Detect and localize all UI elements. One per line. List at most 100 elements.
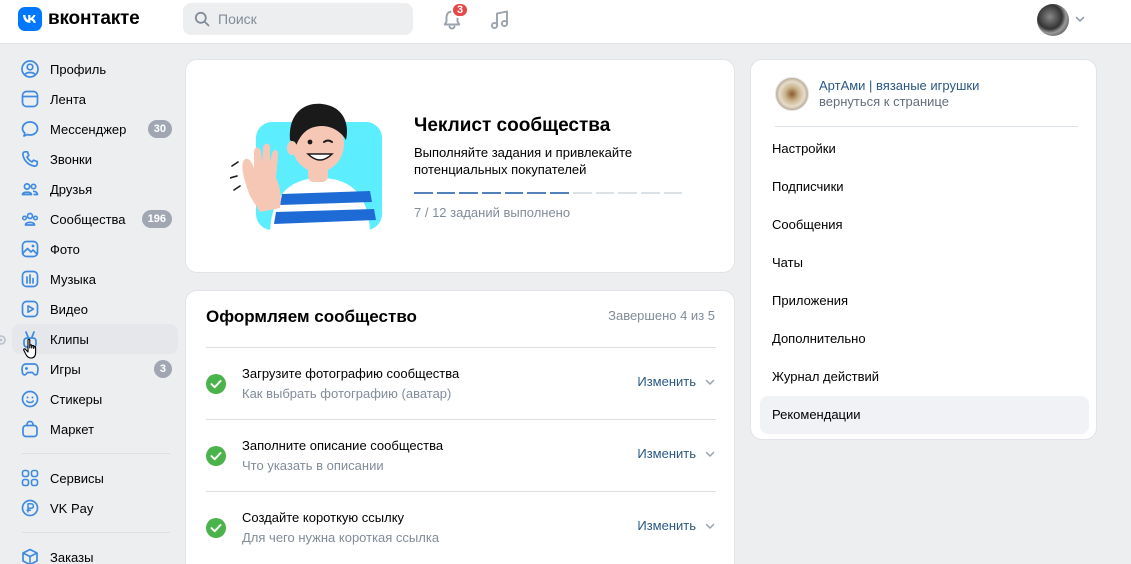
vk-logo-icon [18, 7, 42, 31]
check-circle-icon [206, 518, 226, 538]
back-to-page-link[interactable]: вернуться к странице [819, 93, 979, 110]
sidebar-item-count: 3 [153, 360, 172, 378]
community-menu-item[interactable]: Дополнительно [760, 320, 1089, 358]
menu-divider [775, 126, 1078, 127]
checklist-progress-bar [414, 192, 683, 194]
progress-segment [482, 192, 501, 194]
task-row: Заполните описание сообщества Что указать… [206, 419, 716, 491]
community-menu-item[interactable]: Приложения [760, 282, 1089, 320]
sidebar-item[interactable]: Заказы [12, 542, 178, 564]
sidebar-item[interactable]: Сервисы [12, 463, 178, 493]
progress-segment [640, 192, 660, 194]
sidebar-item[interactable]: Профиль [12, 54, 178, 84]
sidebar-item[interactable]: Музыка [12, 264, 178, 294]
task-title: Загрузите фотографию сообщества [242, 366, 460, 381]
chevron-down-icon [705, 451, 715, 457]
sidebar-item[interactable]: Стикеры [12, 384, 178, 414]
checklist-title: Чеклист сообщества [414, 115, 611, 136]
music-icon[interactable] [488, 8, 512, 32]
task-row: Создайте короткую ссылку Для чего нужна к… [206, 491, 716, 563]
logo-text: вконтакте [48, 8, 140, 29]
task-edit-label: Изменить [637, 446, 696, 461]
community-menu-item[interactable]: Рекомендации [760, 396, 1089, 434]
setup-progress: Завершено 4 из 5 [608, 308, 715, 323]
phone-icon [20, 149, 40, 169]
sidebar-item[interactable]: Лента [12, 84, 178, 114]
search-box[interactable] [183, 3, 413, 35]
sidebar-item-label: Фото [50, 241, 80, 257]
chevron-down-icon [705, 523, 715, 529]
gamepad-icon [20, 359, 40, 379]
sidebar-item-count: 196 [141, 210, 172, 228]
community-header[interactable]: АртАми | вязаные игрушки вернуться к стр… [775, 77, 979, 111]
setup-title: Оформляем сообщество [206, 307, 417, 326]
progress-segment [550, 192, 569, 194]
nav-divider [22, 532, 170, 533]
sidebar-item[interactable]: Сообщества 196 [12, 204, 178, 234]
chevron-down-icon [705, 379, 715, 385]
sidebar-item-label: Музыка [50, 271, 96, 287]
user-avatar[interactable] [1037, 4, 1069, 36]
sidebar-item-label: Лента [50, 91, 86, 107]
sidebar-item-label: Сервисы [50, 470, 104, 486]
task-edit-button[interactable]: Изменить [637, 518, 716, 533]
sidebar-item[interactable]: Друзья [12, 174, 178, 204]
sidebar-item[interactable]: VK Pay [12, 493, 178, 523]
progress-segment [436, 192, 456, 194]
sidebar-item-label: Заказы [50, 549, 94, 564]
progress-segment [414, 192, 433, 194]
progress-segment [572, 192, 592, 194]
sidebar-item[interactable]: Мессенджер 30 [12, 114, 178, 144]
community-menu-item[interactable]: Подписчики [760, 168, 1089, 206]
check-circle-icon [206, 374, 226, 394]
sidebar-item-label: Игры [50, 361, 81, 377]
task-title: Заполните описание сообщества [242, 438, 444, 453]
progress-segment [663, 192, 683, 194]
task-help-link[interactable]: Для чего нужна короткая ссылка [242, 530, 439, 545]
sidebar-item-label: VK Pay [50, 500, 94, 516]
sidebar-item-label: Мессенджер [50, 121, 127, 137]
hand-cursor-icon [23, 338, 37, 359]
nav-divider [22, 453, 170, 454]
sidebar-item-label: Сообщества [50, 211, 126, 227]
video-icon [20, 299, 40, 319]
community-avatar[interactable] [775, 77, 809, 111]
task-edit-label: Изменить [637, 518, 696, 533]
community-menu-item[interactable]: Журнал действий [760, 358, 1089, 396]
task-title: Создайте короткую ссылку [242, 510, 405, 525]
sidebar-item[interactable]: Видео [12, 294, 178, 324]
community-menu-item[interactable]: Сообщения [760, 206, 1089, 244]
communities-icon [20, 209, 40, 229]
vk-logo[interactable]: вконтакте [18, 7, 140, 31]
progress-segment [595, 192, 615, 194]
feed-icon [20, 89, 40, 109]
task-edit-label: Изменить [637, 374, 696, 389]
search-input[interactable] [218, 11, 398, 27]
sidebar-item-label: Клипы [50, 331, 89, 347]
task-edit-button[interactable]: Изменить [637, 446, 716, 461]
gear-icon[interactable] [0, 333, 8, 347]
check-circle-icon [206, 446, 226, 466]
community-name[interactable]: АртАми | вязаные игрушки [819, 78, 979, 93]
friends-icon [20, 179, 40, 199]
sidebar-item[interactable]: Фото [12, 234, 178, 264]
sidebar-item[interactable]: Маркет [12, 414, 178, 444]
task-help-link[interactable]: Что указать в описании [242, 458, 384, 473]
bag-icon [20, 419, 40, 439]
sidebar-item-label: Стикеры [50, 391, 103, 407]
music-bars-icon [20, 269, 40, 289]
chevron-down-icon[interactable] [1074, 13, 1086, 25]
progress-segment [504, 192, 524, 194]
search-icon [194, 11, 210, 27]
community-menu-item[interactable]: Чаты [760, 244, 1089, 282]
task-help-link[interactable]: Как выбрать фотографию (аватар) [242, 386, 451, 401]
message-icon [20, 119, 40, 139]
photo-icon [20, 239, 40, 259]
sidebar-item-label: Звонки [50, 151, 92, 167]
checklist-status: 7 / 12 заданий выполнено [414, 205, 571, 220]
community-menu-item[interactable]: Настройки [760, 130, 1089, 168]
user-circle-icon [20, 59, 40, 79]
task-edit-button[interactable]: Изменить [637, 374, 716, 389]
sidebar-item[interactable]: Звонки [12, 144, 178, 174]
community-menu: Настройки Подписчики Сообщения Чаты Приложен… [760, 130, 1089, 434]
